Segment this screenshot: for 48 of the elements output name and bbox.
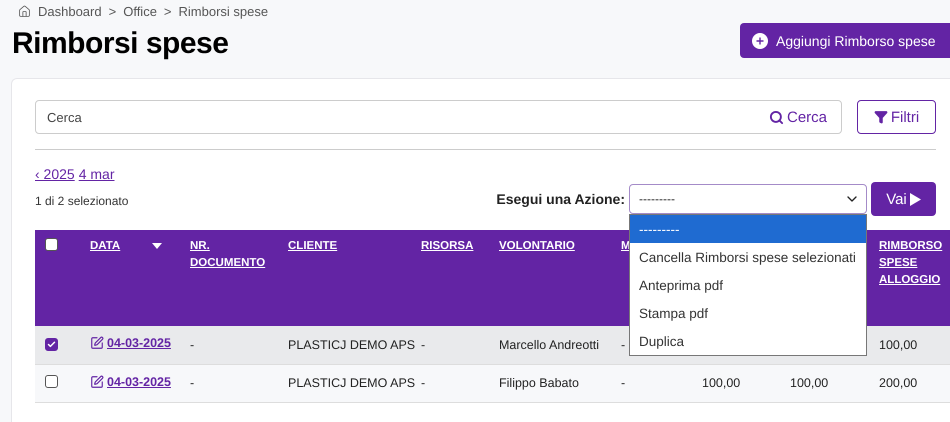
date-link[interactable]: 4 mar [78, 166, 114, 182]
table-cell: - [421, 376, 426, 390]
table-cell: 100,00 [879, 338, 918, 352]
date-link[interactable]: ‹ 2025 [35, 166, 75, 182]
table-cell: - [621, 376, 626, 390]
table-cell: - [190, 376, 194, 390]
action-label: Esegui una Azione: [496, 191, 625, 207]
home-icon [18, 5, 31, 18]
table-cell: 100,00 [702, 376, 740, 390]
search-button[interactable]: Cerca [768, 108, 827, 126]
table-cell: PLASTICJ DEMO APS [288, 338, 416, 352]
row-checkbox[interactable] [45, 375, 58, 388]
check-icon [47, 340, 56, 349]
filter-button[interactable]: Filtri [857, 100, 936, 134]
add-button[interactable]: Aggiungi Rimborso spese [740, 23, 950, 58]
table-cell: Marcello Andreotti [499, 338, 600, 352]
table-cell: - [421, 338, 426, 352]
plus-circle-icon [752, 32, 768, 48]
table-cell: 200,00 [879, 376, 918, 390]
table-cell: PLASTICJ DEMO APS [288, 376, 416, 390]
breadcrumb-separator: > [108, 4, 116, 19]
table-cell: 100,00 [790, 376, 828, 390]
selection-count: 1 di 2 selezionato [35, 194, 128, 208]
filter-icon [874, 110, 888, 124]
breadcrumb-link[interactable]: Office [123, 4, 157, 19]
row-checkbox[interactable] [45, 338, 58, 351]
page-title: Rimborsi spese [12, 27, 230, 61]
column-header[interactable]: VOLONTARIO [499, 238, 575, 255]
breadcrumb-separator: > [164, 4, 172, 19]
breadcrumb-current: Rimborsi spese [178, 4, 268, 19]
table-cell: Filippo Babato [499, 376, 579, 390]
column-header[interactable]: CLIENTE [288, 238, 338, 255]
search-icon [768, 110, 784, 124]
edit-icon[interactable] [90, 374, 104, 388]
column-header[interactable]: DATA [90, 238, 120, 255]
go-button[interactable]: Vai [871, 182, 936, 216]
breadcrumb-link[interactable]: Dashboard [38, 4, 102, 19]
column-header[interactable]: RISORSA [421, 238, 474, 255]
table-cell: - [190, 338, 194, 352]
dropdown-option[interactable]: --------- [630, 215, 866, 243]
play-icon [910, 192, 921, 206]
date-link[interactable]: 04-03-2025 [107, 336, 171, 350]
select-all-checkbox[interactable] [45, 238, 58, 251]
table-cell: - [621, 338, 626, 352]
date-link[interactable]: 04-03-2025 [107, 374, 171, 388]
edit-icon[interactable] [90, 336, 104, 350]
action-select[interactable]: --------- [629, 184, 867, 214]
search-field[interactable]: Cerca Cerca [35, 100, 842, 134]
